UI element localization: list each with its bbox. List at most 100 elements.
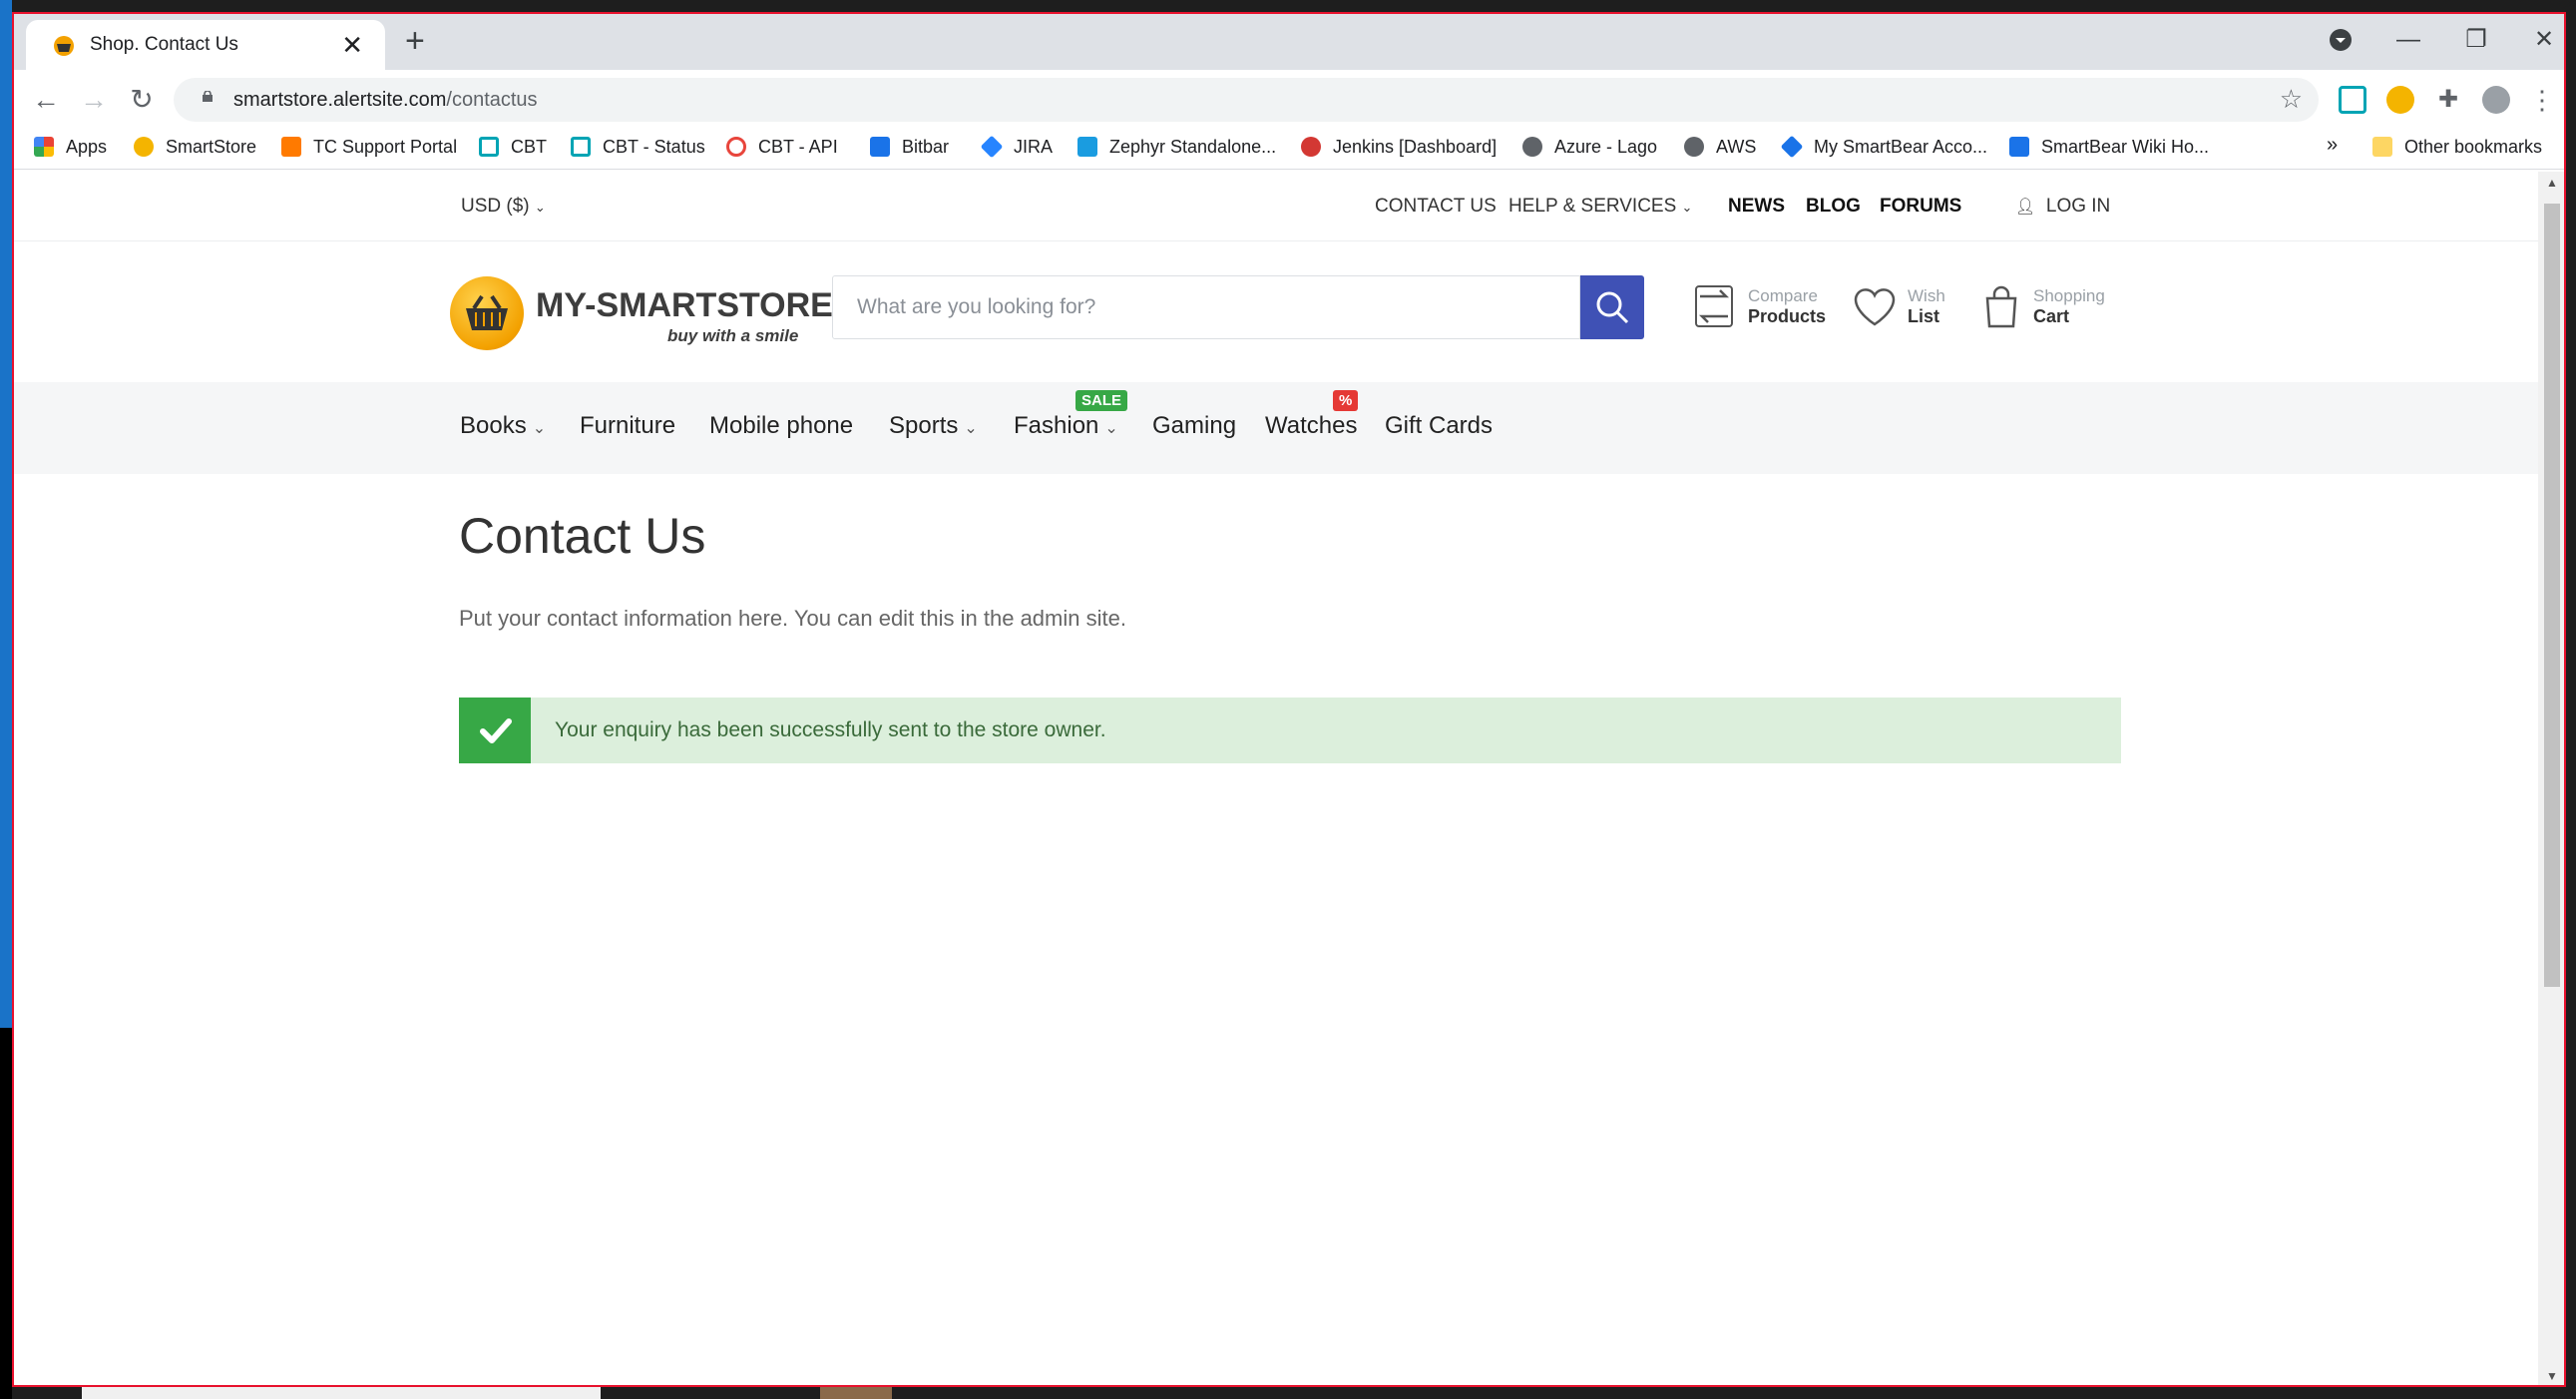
jenkins-icon [1301, 137, 1321, 157]
reload-icon[interactable]: ↻ [122, 80, 162, 120]
bookmark-tc-support[interactable]: TC Support Portal [281, 137, 457, 158]
menu-furniture[interactable]: Furniture [580, 412, 675, 440]
search-box [832, 275, 1580, 339]
screen: Shop. Contact Us ✕ + — ❐ ✕ ← → ↻ smartst… [0, 0, 2576, 1399]
bookmarks-bar: Apps SmartStore TC Support Portal CBT CB… [14, 128, 2564, 170]
tab-title: Shop. Contact Us [90, 34, 238, 55]
currency-selector[interactable]: USD ($) ⌄ [461, 196, 546, 218]
menu-fashion[interactable]: Fashion ⌄ [1014, 412, 1118, 440]
extension-cbt-icon[interactable] [2339, 86, 2366, 114]
other-bookmarks[interactable]: Other bookmarks [2372, 137, 2542, 158]
menu-gaming[interactable]: Gaming [1152, 412, 1236, 440]
store-header: MY-SMARTSTORE buy with a smile Compare P… [14, 242, 2538, 382]
bookmark-star-icon[interactable]: ☆ [2280, 84, 2303, 115]
help-services-link[interactable]: HELP & SERVICES ⌄ [1508, 196, 1692, 218]
tab-close-icon[interactable]: ✕ [341, 30, 363, 60]
jira-icon [980, 135, 1004, 159]
globe-icon [1522, 137, 1542, 157]
scroll-up-icon[interactable]: ▲ [2546, 176, 2558, 190]
search-button[interactable] [1580, 275, 1644, 339]
news-link[interactable]: NEWS [1728, 196, 1785, 218]
browser-window: Shop. Contact Us ✕ + — ❐ ✕ ← → ↻ smartst… [12, 12, 2566, 1387]
bookmark-zephyr[interactable]: Zephyr Standalone... [1077, 137, 1276, 158]
search-icon [1596, 291, 1629, 324]
forums-link[interactable]: FORUMS [1880, 196, 1961, 218]
wish-list[interactable]: Wish List [1852, 282, 1961, 334]
bookmark-azure-lago[interactable]: Azure - Lago [1522, 137, 1657, 158]
restore-icon[interactable]: ❐ [2456, 20, 2496, 60]
address-bar[interactable]: smartstore.alertsite.com/contactus ☆ [174, 78, 2319, 122]
bookmark-cbt[interactable]: CBT [479, 137, 547, 158]
menu-watches[interactable]: Watches [1265, 412, 1357, 440]
shopping-cart[interactable]: Shopping Cart [1981, 282, 2121, 334]
chevron-down-icon: ⌄ [964, 420, 978, 437]
chevron-down-icon: ⌄ [532, 420, 547, 437]
store-topbar: USD ($) ⌄ CONTACT US HELP & SERVICES ⌄ N… [14, 172, 2538, 241]
taskbar-item[interactable] [820, 1387, 892, 1399]
user-icon: 👤︎ [2015, 199, 2036, 216]
extension-smartbear-icon[interactable] [2386, 86, 2414, 114]
forward-icon[interactable]: → [74, 80, 114, 120]
category-menu: Books ⌄ Furniture Mobile phone Sports ⌄ Fa… [14, 382, 2538, 474]
checkmark-icon [459, 698, 531, 763]
bookmark-jira[interactable]: JIRA [980, 135, 1053, 159]
tab-strip: Shop. Contact Us ✕ + — ❐ ✕ [14, 14, 2564, 70]
bookmark-bitbar[interactable]: Bitbar [870, 137, 949, 158]
store-logo[interactable]: MY-SMARTSTORE buy with a smile [450, 272, 833, 352]
login-link[interactable]: 👤︎ LOG IN [2015, 196, 2110, 218]
search-input[interactable] [833, 276, 1579, 338]
smartbear-icon [1780, 135, 1804, 159]
minimize-icon[interactable]: — [2388, 20, 2428, 60]
taskbar-item[interactable] [82, 1387, 601, 1399]
page-title: Contact Us [459, 508, 706, 564]
compare-products[interactable]: Compare Products [1692, 282, 1842, 334]
bookmark-cbt-status[interactable]: CBT - Status [571, 137, 705, 158]
back-icon[interactable]: ← [26, 80, 66, 120]
web-page: USD ($) ⌄ CONTACT US HELP & SERVICES ⌄ N… [14, 172, 2538, 1385]
sale-badge: SALE [1075, 390, 1128, 411]
contact-us-link[interactable]: CONTACT US [1375, 196, 1497, 218]
bookmark-smartstore[interactable]: SmartStore [134, 137, 256, 158]
success-alert: Your enquiry has been successfully sent … [459, 698, 2121, 763]
tab-search-icon[interactable] [2321, 20, 2361, 65]
browser-menu-icon[interactable]: ⋮ [2528, 86, 2556, 114]
shopping-bag-icon [1985, 285, 2017, 328]
desktop-edge [0, 0, 12, 1399]
profile-avatar-icon[interactable] [2482, 86, 2510, 114]
url-path: /contactus [446, 89, 538, 111]
close-window-icon[interactable]: ✕ [2524, 20, 2564, 60]
heart-icon [1854, 288, 1896, 326]
menu-gift-cards[interactable]: Gift Cards [1385, 412, 1493, 440]
bookmark-jenkins[interactable]: Jenkins [Dashboard] [1301, 137, 1497, 158]
blog-link[interactable]: BLOG [1806, 196, 1861, 218]
url-text: smartstore.alertsite.com/contactus [233, 89, 538, 112]
apps-grid-icon [34, 137, 54, 157]
tab-active[interactable]: Shop. Contact Us ✕ [26, 20, 385, 70]
bookmark-aws[interactable]: AWS [1684, 137, 1756, 158]
zephyr-icon [1077, 137, 1097, 157]
extensions-puzzle-icon[interactable]: ✚ [2434, 86, 2462, 114]
menu-sports[interactable]: Sports ⌄ [889, 412, 978, 440]
bookmark-smartbear-account[interactable]: My SmartBear Acco... [1780, 135, 1987, 159]
basket-icon [54, 36, 74, 56]
menu-mobile-phone[interactable]: Mobile phone [709, 412, 853, 440]
logo-text: MY-SMARTSTORE [536, 286, 833, 324]
confluence-icon [2009, 137, 2029, 157]
logo-tagline: buy with a smile [667, 326, 799, 345]
new-tab-button[interactable]: + [405, 24, 425, 58]
chevron-down-icon: ⌄ [1104, 420, 1118, 437]
lock-icon [203, 91, 213, 102]
bitbar-icon [870, 137, 890, 157]
scroll-thumb[interactable] [2544, 204, 2560, 987]
bookmarks-overflow-button[interactable]: » [2327, 134, 2338, 157]
scroll-down-icon[interactable]: ▼ [2546, 1369, 2558, 1383]
tc-support-icon [281, 137, 301, 157]
page-scrollbar[interactable]: ▲ ▼ [2538, 172, 2564, 1385]
bookmark-apps[interactable]: Apps [34, 137, 107, 158]
folder-icon [2372, 137, 2392, 157]
menu-books[interactable]: Books ⌄ [460, 412, 546, 440]
globe-icon [1684, 137, 1704, 157]
cbt-icon [479, 137, 499, 157]
bookmark-cbt-api[interactable]: CBT - API [726, 137, 838, 158]
bookmark-smartbear-wiki[interactable]: SmartBear Wiki Ho... [2009, 137, 2209, 158]
